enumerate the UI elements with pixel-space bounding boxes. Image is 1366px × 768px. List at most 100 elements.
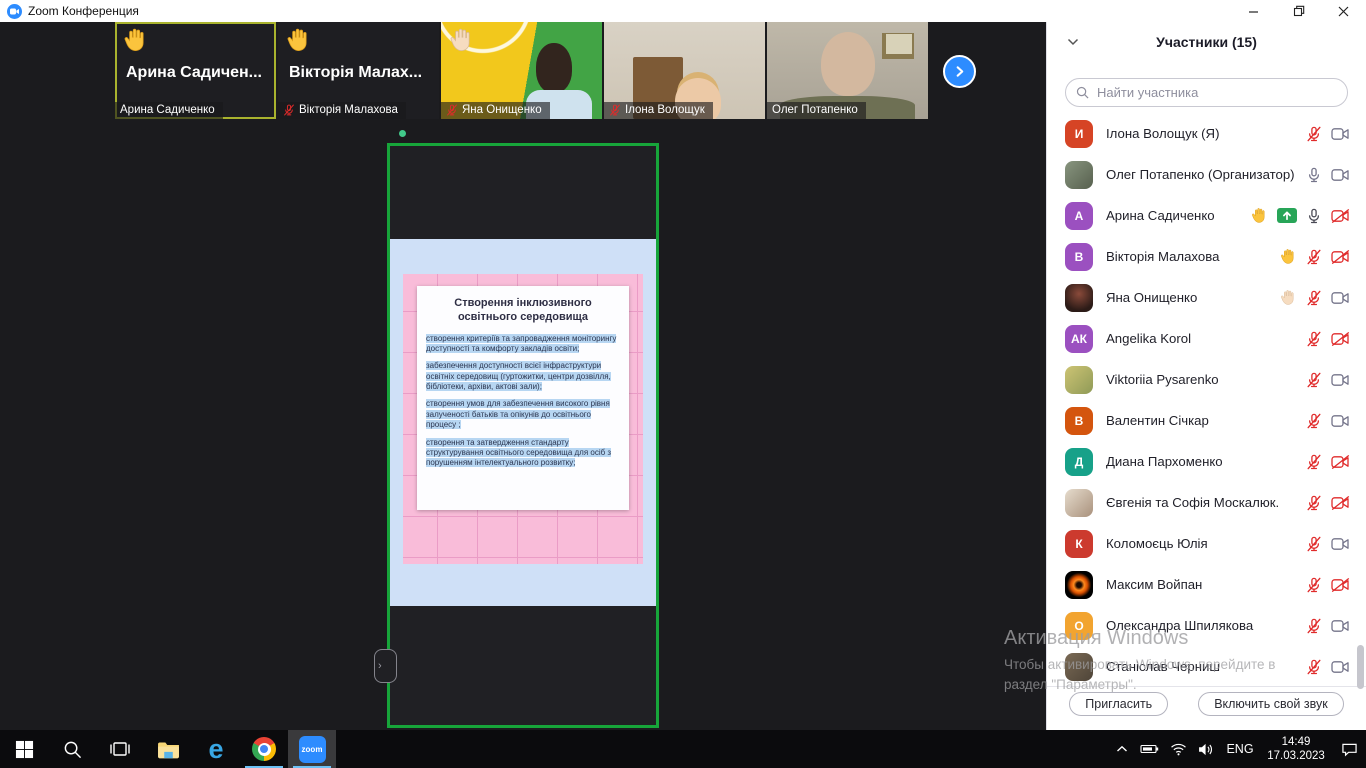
invite-button[interactable]: Пригласить xyxy=(1069,692,1168,716)
mic-muted-icon xyxy=(1306,495,1322,511)
search-input[interactable] xyxy=(1095,84,1337,101)
video-tile-name: Ілона Волощук xyxy=(625,104,705,116)
participant-row[interactable]: ДДиана Пархоменко xyxy=(1047,441,1366,482)
mic-muted-icon xyxy=(1306,454,1322,470)
participant-name-large: Вікторія Малах... xyxy=(289,64,422,82)
participant-status-icons xyxy=(1306,659,1350,675)
mic-muted-icon xyxy=(609,104,621,116)
participant-row[interactable]: ООлександра Шпилякова xyxy=(1047,605,1366,646)
camera-on-icon xyxy=(1331,373,1350,387)
participant-avatar xyxy=(1065,653,1093,681)
panel-collapse-toggle[interactable]: › xyxy=(374,649,397,683)
video-strip: Арина Садичен...Арина СадиченкоВікторія … xyxy=(115,22,928,119)
edge-icon[interactable]: e xyxy=(192,730,240,768)
slide-bullet-text: створення критеріїв та запровадження мон… xyxy=(426,334,616,353)
slide-bullets: створення критеріїв та запровадження мон… xyxy=(426,334,620,469)
unmute-button[interactable]: Включить свой звук xyxy=(1198,692,1344,716)
chevron-down-icon[interactable] xyxy=(1067,38,1079,46)
camera-off-icon xyxy=(1331,578,1350,592)
camera-on-icon xyxy=(1331,660,1350,674)
mic-on-icon xyxy=(1306,208,1322,224)
participant-row[interactable]: ВВалентин Січкар xyxy=(1047,400,1366,441)
mic-muted-icon xyxy=(1306,290,1322,306)
participant-avatar: А xyxy=(1065,202,1093,230)
battery-icon[interactable] xyxy=(1136,730,1164,768)
taskbar-search-icon[interactable] xyxy=(48,730,96,768)
camera-off-icon xyxy=(1331,209,1350,223)
participant-row[interactable]: А Арина Садиченко xyxy=(1047,195,1366,236)
language-indicator[interactable]: ENG xyxy=(1220,730,1260,768)
participant-name: Коломоєць Юлія xyxy=(1106,536,1306,551)
camera-on-icon xyxy=(1331,127,1350,141)
task-view-icon[interactable] xyxy=(96,730,144,768)
participant-name: Євгенія та Софія Москалюк. xyxy=(1106,495,1306,510)
slide-bullet-text: забезпечення доступності всієї інфрастру… xyxy=(426,361,611,391)
scrollbar-thumb[interactable] xyxy=(1357,645,1364,689)
wifi-icon[interactable] xyxy=(1164,730,1192,768)
participant-name: Олег Потапенко (Организатор) xyxy=(1106,167,1306,182)
participant-name: Viktoriia Pysarenko xyxy=(1106,372,1306,387)
video-tile[interactable]: Яна Онищенко xyxy=(441,22,602,119)
zoom-meeting-window: Zoom Конференция Арина Садичен...Арина С… xyxy=(0,0,1366,768)
participant-row[interactable]: Максим Войпан xyxy=(1047,564,1366,605)
participant-row[interactable]: Станіслав Черниш xyxy=(1047,646,1366,687)
video-tile[interactable]: Арина Садичен...Арина Садиченко xyxy=(115,22,276,119)
participant-avatar xyxy=(1065,489,1093,517)
participant-status-icons xyxy=(1306,167,1350,183)
participant-avatar: К xyxy=(1065,530,1093,558)
participant-name: Арина Садиченко xyxy=(1106,208,1251,223)
video-tile[interactable]: Ілона Волощук xyxy=(604,22,765,119)
participant-row[interactable]: Viktoriia Pysarenko xyxy=(1047,359,1366,400)
raised-hand-icon xyxy=(1280,248,1297,265)
next-videos-button[interactable] xyxy=(943,55,976,88)
participant-avatar: Д xyxy=(1065,448,1093,476)
participant-row[interactable]: Євгенія та Софія Москалюк. xyxy=(1047,482,1366,523)
mic-muted-icon xyxy=(1306,659,1322,675)
camera-on-icon xyxy=(1331,537,1350,551)
close-button[interactable] xyxy=(1321,0,1366,22)
participant-row[interactable]: ВВікторія Малахова xyxy=(1047,236,1366,277)
minimize-button[interactable] xyxy=(1231,0,1276,22)
participant-name: Максим Войпан xyxy=(1106,577,1306,592)
panel-footer: Пригласить Включить свой звук xyxy=(1047,692,1366,716)
participant-row[interactable]: АКAngelika Korol xyxy=(1047,318,1366,359)
presentation-slide: Створення інклюзивного освітнього середо… xyxy=(403,274,643,564)
restore-button[interactable] xyxy=(1276,0,1321,22)
participant-status-icons xyxy=(1306,536,1350,552)
start-button[interactable] xyxy=(0,730,48,768)
zoom-taskbar-icon[interactable]: zoom xyxy=(288,730,336,768)
volume-icon[interactable] xyxy=(1192,730,1220,768)
video-tile-name: Вікторія Малахова xyxy=(299,104,398,116)
participant-name: Станіслав Черниш xyxy=(1106,659,1306,674)
participants-panel: Участники (15) ИІлона Волощук (Я)Олег По… xyxy=(1046,22,1366,730)
search-icon xyxy=(1076,86,1089,99)
video-tile[interactable]: Вікторія Малах... Вікторія Малахова xyxy=(278,22,439,119)
action-center-icon[interactable] xyxy=(1332,730,1366,768)
participant-avatar xyxy=(1065,161,1093,189)
participant-row[interactable]: К Коломоєць Юлія xyxy=(1047,523,1366,564)
mic-muted-icon xyxy=(1306,126,1322,142)
tray-date: 17.03.2023 xyxy=(1267,749,1325,763)
camera-on-icon xyxy=(1331,619,1350,633)
chrome-icon[interactable] xyxy=(240,730,288,768)
file-explorer-icon[interactable] xyxy=(144,730,192,768)
participant-name: Вікторія Малахова xyxy=(1106,249,1280,264)
video-tile[interactable]: Олег Потапенко xyxy=(767,22,928,119)
slide-bullet: забезпечення доступності всієї інфрастру… xyxy=(426,361,620,392)
participant-status-icons xyxy=(1280,289,1350,306)
tray-chevron-up-icon[interactable] xyxy=(1108,730,1136,768)
slide-bullet: створення критеріїв та запровадження мон… xyxy=(426,334,620,355)
mic-muted-icon xyxy=(1306,372,1322,388)
participant-row[interactable]: Олег Потапенко (Организатор) xyxy=(1047,154,1366,195)
participant-row[interactable]: ИІлона Волощук (Я) xyxy=(1047,113,1366,154)
slide-bullet: створення та затвердження стандарту стру… xyxy=(426,438,620,469)
video-tile-name-label: Яна Онищенко xyxy=(441,102,550,119)
slide-bullet-text: створення умов для забезпечення високого… xyxy=(426,399,610,429)
camera-on-icon xyxy=(1331,168,1350,182)
slide-card: Створення інклюзивного освітнього середо… xyxy=(417,286,629,510)
tray-time: 14:49 xyxy=(1282,735,1311,749)
search-box[interactable] xyxy=(1065,78,1348,107)
participant-name: Яна Онищенко xyxy=(1106,290,1280,305)
clock[interactable]: 14:49 17.03.2023 xyxy=(1260,730,1332,768)
participant-row[interactable]: Яна Онищенко xyxy=(1047,277,1366,318)
